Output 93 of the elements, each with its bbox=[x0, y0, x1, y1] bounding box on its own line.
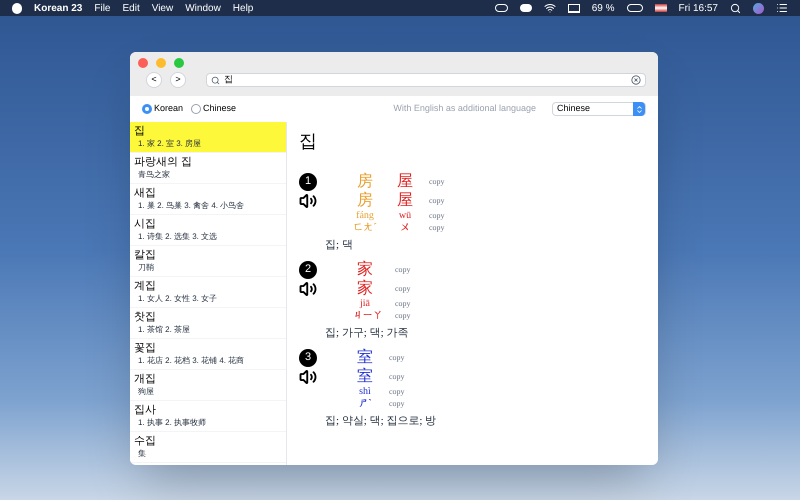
close-button[interactable] bbox=[138, 58, 148, 68]
result-word: 시집 bbox=[134, 217, 157, 231]
result-word: 파랑새의 집 bbox=[134, 155, 194, 169]
search-icon[interactable] bbox=[730, 2, 741, 14]
result-translation: 1. 女人 2. 女性 3. 女子 bbox=[137, 293, 218, 305]
result-word: 계집 bbox=[134, 279, 157, 293]
copy-button[interactable]: copy bbox=[429, 211, 445, 221]
copy-button[interactable]: copy bbox=[389, 399, 405, 409]
chevron-icon bbox=[634, 104, 644, 114]
meaning-text: 집; 가구; 댁; 가족 bbox=[324, 326, 410, 340]
back-button[interactable]: < bbox=[146, 72, 162, 88]
copy-button[interactable]: copy bbox=[395, 284, 411, 294]
result-translation: 1. 家 2. 室 3. 房屋 bbox=[137, 138, 202, 150]
hanzi-text: 房 bbox=[356, 172, 374, 191]
speaker-icon[interactable] bbox=[299, 368, 317, 386]
result-translation: 1. 茶馆 2. 茶屋 bbox=[137, 324, 192, 336]
meaning-text: 집; 약실; 댁; 집으로; 방 bbox=[324, 414, 438, 428]
hanzi-text: 室 bbox=[356, 367, 374, 386]
app-menu[interactable]: Korean 23 bbox=[34, 0, 82, 16]
result-item[interactable]: 파랑새의 집 青鸟之家 bbox=[130, 153, 286, 184]
result-item[interactable]: 개집 狗屋 bbox=[130, 370, 286, 401]
result-item[interactable]: 집 1. 家 2. 室 3. 房屋 bbox=[130, 122, 286, 153]
forward-button[interactable]: > bbox=[170, 72, 186, 88]
copy-button[interactable]: copy bbox=[429, 223, 445, 233]
result-translation: 1. 花店 2. 花档 3. 花铺 4. 花商 bbox=[137, 355, 246, 367]
result-translation: 刀鞘 bbox=[137, 262, 155, 274]
flag-icon[interactable] bbox=[654, 4, 667, 12]
language-dropdown[interactable]: Chinese bbox=[552, 102, 646, 116]
number-badge: 3 bbox=[299, 348, 317, 366]
clock-text[interactable]: Fri 16:57 bbox=[678, 0, 718, 16]
result-translation: 集 bbox=[137, 448, 147, 460]
result-translation: 青鸟之家 bbox=[137, 169, 171, 181]
result-word: 수집 bbox=[134, 434, 157, 448]
result-word: 개집 bbox=[134, 372, 157, 386]
copy-button[interactable]: copy bbox=[395, 311, 411, 321]
meaning-text: 집; 댁 bbox=[324, 238, 354, 252]
hanzi-text: ㄕˋ bbox=[357, 398, 373, 410]
copy-button[interactable]: copy bbox=[389, 372, 405, 382]
result-word: 집사 bbox=[134, 403, 157, 417]
number-badge: 1 bbox=[299, 172, 317, 190]
result-translation: 1. 执事 2. 执事牧师 bbox=[137, 417, 208, 429]
result-item[interactable]: 꽃집 1. 花店 2. 花档 3. 花铺 4. 花商 bbox=[130, 339, 286, 370]
menu-item[interactable]: Window bbox=[185, 0, 221, 16]
result-item[interactable]: 계집 1. 女人 2. 女性 3. 女子 bbox=[130, 277, 286, 308]
result-item[interactable]: 칼집 刀鞘 bbox=[130, 246, 286, 277]
hanzi-text: 房 bbox=[356, 191, 374, 210]
speaker-icon[interactable] bbox=[299, 280, 317, 298]
menu-item[interactable]: File bbox=[94, 0, 110, 16]
hanzi-text: shì bbox=[358, 386, 372, 398]
result-word: 찻집 bbox=[134, 310, 157, 324]
hanzi-text: jiā bbox=[358, 298, 371, 310]
menu-item[interactable]: Help bbox=[232, 0, 254, 16]
language-radio[interactable]: Korean bbox=[142, 102, 184, 116]
copy-button[interactable]: copy bbox=[395, 299, 411, 309]
result-word: 집 bbox=[134, 124, 146, 138]
hanzi-text: 室 bbox=[356, 348, 374, 367]
result-translation: 1. 诗集 2. 选集 3. 文选 bbox=[137, 231, 218, 243]
battery-percentage: 69 % bbox=[592, 2, 615, 16]
number-badge: 2 bbox=[299, 260, 317, 278]
result-item[interactable]: 시집 1. 诗集 2. 选集 3. 文选 bbox=[130, 215, 286, 246]
menu-item[interactable]: Edit bbox=[122, 0, 140, 16]
hanzi-text: 家 bbox=[356, 260, 374, 279]
headword: 집 bbox=[299, 130, 318, 152]
copy-button[interactable]: copy bbox=[389, 352, 405, 362]
copy-button[interactable]: copy bbox=[429, 196, 445, 206]
speaker-icon[interactable] bbox=[299, 192, 317, 210]
menu-item[interactable]: View bbox=[152, 0, 174, 16]
hanzi-text: ㄐㄧㄚ bbox=[353, 310, 383, 322]
result-translation: 1. 巢 2. 鸟巢 3. 禽舍 4. 小鸟舍 bbox=[137, 200, 246, 212]
language-radio[interactable]: Chinese bbox=[191, 102, 236, 116]
result-word: 꽃집 bbox=[134, 341, 157, 355]
clear-icon[interactable] bbox=[631, 75, 641, 85]
hanzi-text: wū bbox=[398, 210, 412, 222]
copy-button[interactable]: copy bbox=[389, 387, 405, 397]
result-item[interactable]: 수집 集 bbox=[130, 432, 286, 463]
result-item[interactable]: 집사 1. 执事 2. 执事牧师 bbox=[130, 401, 286, 432]
result-word: 새집 bbox=[134, 186, 157, 200]
siri-icon[interactable] bbox=[753, 2, 764, 14]
result-item[interactable]: 찻집 1. 茶馆 2. 茶屋 bbox=[130, 308, 286, 339]
hanzi-text: 家 bbox=[356, 279, 374, 298]
result-item[interactable]: 새집 1. 巢 2. 鸟巢 3. 禽舍 4. 小鸟舍 bbox=[130, 184, 286, 215]
result-translation: 狗屋 bbox=[137, 386, 155, 398]
result-word: 칼집 bbox=[134, 248, 157, 262]
copy-button[interactable]: copy bbox=[429, 176, 445, 186]
hanzi-text: fáng bbox=[355, 210, 375, 222]
hanzi-text: ㄨ bbox=[399, 222, 411, 234]
hanzi-text: 屋 bbox=[396, 191, 414, 210]
search-icon bbox=[211, 76, 220, 84]
hanzi-text: ㄈㄤˊ bbox=[353, 222, 377, 234]
additional-language-label: With English as additional language bbox=[393, 102, 536, 116]
copy-button[interactable]: copy bbox=[395, 264, 411, 274]
hanzi-text: 屋 bbox=[396, 172, 414, 191]
battery-icon[interactable] bbox=[626, 4, 643, 12]
